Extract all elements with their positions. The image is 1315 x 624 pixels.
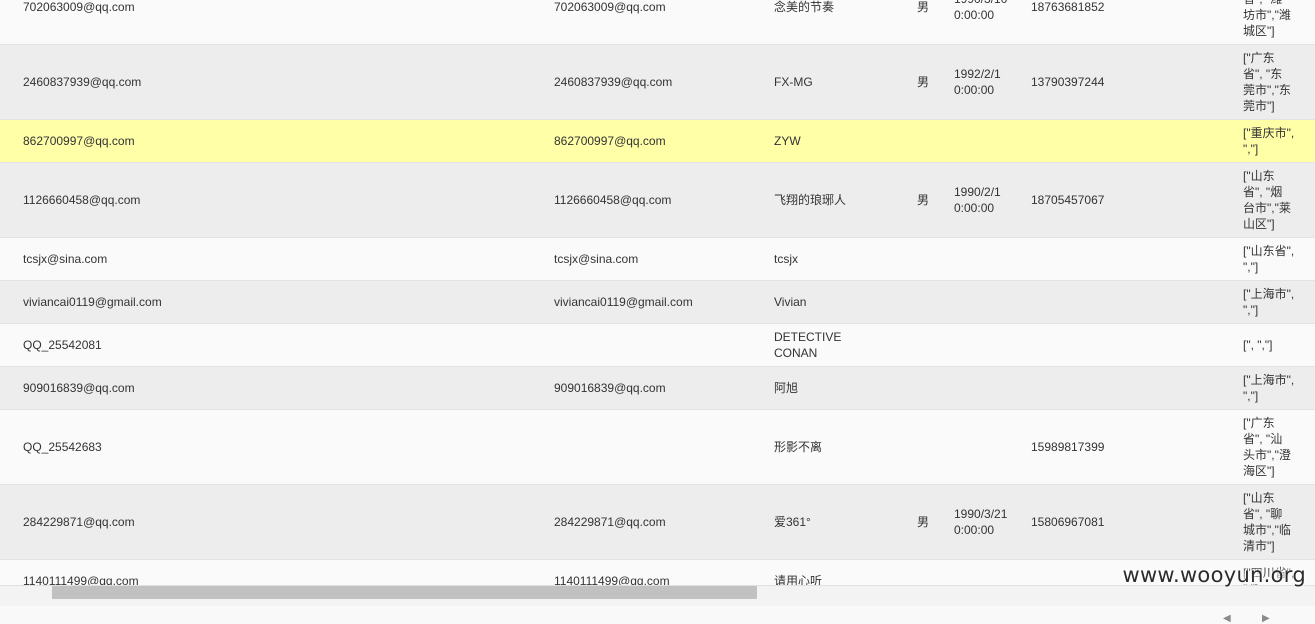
table-body: 702063009@qq.com 702063009@qq.com 念美的节奏 … <box>0 0 1315 585</box>
cell-email: 862700997@qq.com <box>554 134 666 148</box>
cell-gender <box>917 324 947 366</box>
table-row[interactable]: QQ_25542683 形影不离 15989817399 ["广东 省", "汕… <box>0 409 1315 484</box>
cell-account: viviancai0119@gmail.com <box>23 295 162 309</box>
cell-email <box>554 324 764 366</box>
cell-nickname: 形影不离 <box>774 440 823 454</box>
cell-location: ["广东 省", "汕 头市","澄 海区"] <box>1243 416 1291 478</box>
cell-gender <box>917 238 947 280</box>
data-table: 702063009@qq.com 702063009@qq.com 念美的节奏 … <box>0 0 1315 585</box>
cell-email: tcsjx@sina.com <box>554 252 639 266</box>
cell-location: [", ","] <box>1243 338 1273 352</box>
table-row[interactable]: 284229871@qq.com 284229871@qq.com 爱361° … <box>0 484 1315 559</box>
cell-gender: 男 <box>917 515 930 529</box>
cell-gender <box>917 367 947 409</box>
cell-phone <box>1031 281 1181 323</box>
table-row[interactable]: 1126660458@qq.com 1126660458@qq.com 飞翔的琅… <box>0 162 1315 237</box>
cell-location: ["山东 省", "烟 台市","莱 山区"] <box>1243 169 1291 231</box>
table-row[interactable]: 1140111499@qq.com 1140111499@qq.com 请用心听… <box>0 559 1315 585</box>
cell-account: QQ_25542081 <box>23 338 102 352</box>
cell-account: 1140111499@qq.com <box>23 574 139 585</box>
cell-location: ["山东省", ","] <box>1243 244 1295 274</box>
cell-location: ["上海市", ","] <box>1243 373 1295 403</box>
cell-birthday <box>954 367 1024 409</box>
cell-email <box>554 410 764 484</box>
cell-birthday: 1990/3/21 0:00:00 <box>954 507 1008 537</box>
cell-account: 2460837939@qq.com <box>23 75 142 89</box>
cell-nickname: ZYW <box>774 134 801 148</box>
cell-email: viviancai0119@gmail.com <box>554 295 693 309</box>
cell-email: 702063009@qq.com <box>554 0 666 14</box>
cell-birthday <box>954 560 1024 585</box>
cell-gender: 男 <box>917 0 930 14</box>
cell-birthday: 1990/3/10 0:00:00 <box>954 0 1007 22</box>
cell-gender: 男 <box>917 75 930 89</box>
cell-phone: 15989817399 <box>1031 440 1105 454</box>
cell-phone: 18763681852 <box>1031 0 1105 14</box>
cell-phone <box>1031 238 1181 280</box>
cell-gender <box>917 281 947 323</box>
cell-birthday <box>954 120 1024 162</box>
watermark: www.wooyun.org <box>1122 563 1306 587</box>
cell-birthday <box>954 410 1024 484</box>
cell-email: 284229871@qq.com <box>554 515 666 529</box>
horizontal-scrollbar[interactable]: ◀ ▶ <box>0 585 1315 624</box>
cell-email: 2460837939@qq.com <box>554 75 673 89</box>
cell-nickname: DETECTIVE CONAN <box>774 330 842 360</box>
cell-location: ["广东 省", "东 莞市","东 莞市"] <box>1243 51 1291 113</box>
cell-gender <box>917 410 947 484</box>
table-row[interactable]: viviancai0119@gmail.com viviancai0119@gm… <box>0 280 1315 323</box>
cell-location: ["山东 省", "聊 城市","临 清市"] <box>1243 491 1291 553</box>
table-row-highlighted[interactable]: 862700997@qq.com 862700997@qq.com ZYW ["… <box>0 119 1315 162</box>
cell-location: ["山东 省", "潍 坊市","潍 城区"] <box>1243 0 1291 38</box>
scrollbar-thumb[interactable] <box>52 586 757 599</box>
cell-nickname: Vivian <box>774 295 807 309</box>
cell-account: tcsjx@sina.com <box>23 252 108 266</box>
cell-email: 1140111499@qq.com <box>554 574 670 585</box>
cell-nickname: 请用心听 <box>774 574 823 585</box>
cell-email: 1126660458@qq.com <box>554 193 672 207</box>
cell-gender <box>917 560 947 585</box>
cell-nickname: 爱361° <box>774 515 811 529</box>
cell-account: 862700997@qq.com <box>23 134 135 148</box>
cell-account: 702063009@qq.com <box>23 0 135 14</box>
cell-location: ["上海市", ","] <box>1243 287 1295 317</box>
cell-phone: 13790397244 <box>1031 75 1105 89</box>
table-row[interactable]: 702063009@qq.com 702063009@qq.com 念美的节奏 … <box>0 0 1315 44</box>
cell-nickname: 念美的节奏 <box>774 0 835 14</box>
cell-email: 909016839@qq.com <box>554 381 666 395</box>
cell-account: 909016839@qq.com <box>23 381 135 395</box>
cell-birthday: 1992/2/1 0:00:00 <box>954 67 1001 97</box>
table-row[interactable]: QQ_25542081 DETECTIVE CONAN [", ","] <box>0 323 1315 366</box>
cell-nickname: 阿旭 <box>774 381 799 395</box>
cell-phone <box>1031 120 1181 162</box>
cell-phone <box>1031 367 1181 409</box>
table-row[interactable]: 2460837939@qq.com 2460837939@qq.com FX-M… <box>0 44 1315 119</box>
cell-phone: 18705457067 <box>1031 193 1105 207</box>
cell-gender <box>917 120 947 162</box>
scroll-right-icon[interactable]: ▶ <box>1262 613 1270 624</box>
cell-nickname: tcsjx <box>774 252 798 266</box>
cell-location: ["重庆市", ","] <box>1243 126 1295 156</box>
cell-birthday <box>954 281 1024 323</box>
cell-account: 284229871@qq.com <box>23 515 135 529</box>
cell-account: 1126660458@qq.com <box>23 193 141 207</box>
cell-nickname: FX-MG <box>774 75 813 89</box>
cell-phone <box>1031 324 1181 366</box>
table-row[interactable]: tcsjx@sina.com tcsjx@sina.com tcsjx ["山东… <box>0 237 1315 280</box>
cell-nickname: 飞翔的琅琊人 <box>774 193 847 207</box>
cell-birthday <box>954 324 1024 366</box>
cell-phone: 15806967081 <box>1031 515 1105 529</box>
cell-gender: 男 <box>917 193 930 207</box>
cell-birthday: 1990/2/1 0:00:00 <box>954 185 1001 215</box>
scroll-left-icon[interactable]: ◀ <box>1223 613 1231 624</box>
cell-birthday <box>954 238 1024 280</box>
table-row[interactable]: 909016839@qq.com 909016839@qq.com 阿旭 ["上… <box>0 366 1315 409</box>
cell-account: QQ_25542683 <box>23 440 102 454</box>
